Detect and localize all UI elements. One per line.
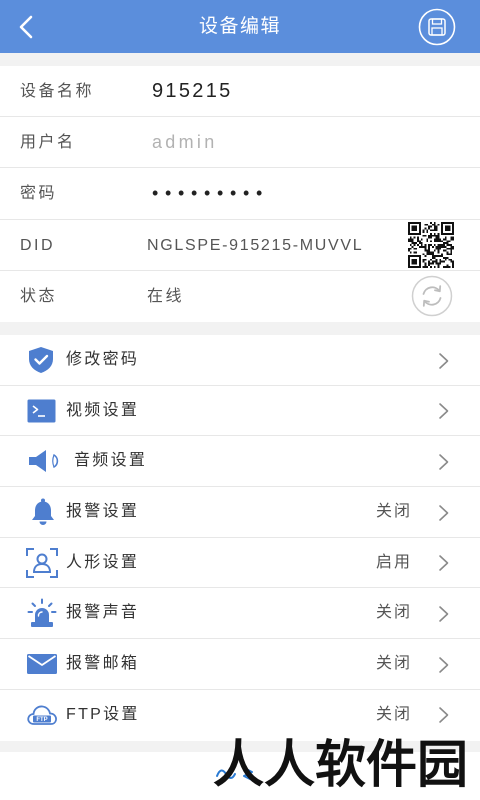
- did-label: DID: [20, 236, 56, 254]
- ftp-cloud-icon: FTP: [27, 705, 57, 725]
- speaker-icon: [29, 450, 59, 473]
- setting-row-alarm-email[interactable]: 报警邮箱 关闭: [0, 639, 480, 690]
- setting-status: 关闭: [376, 503, 413, 521]
- chevron-right-icon: [439, 352, 449, 369]
- setting-label: FTP设置: [66, 705, 140, 723]
- setting-label: 修改密码: [66, 351, 140, 368]
- envelope-icon: [27, 654, 57, 675]
- setting-row-alarm[interactable]: 报警设置 关闭: [0, 487, 480, 538]
- setting-row-audio[interactable]: 音频设置: [0, 436, 480, 488]
- chevron-right-icon: [439, 606, 449, 622]
- setting-row-alarm-sound[interactable]: 报警声音 关闭: [0, 588, 480, 640]
- password-label: 密码: [20, 185, 58, 203]
- device-info-form: 设备名称 915215 用户名 admin 密码 ••••••••• DID N…: [0, 66, 480, 322]
- username-field[interactable]: admin: [152, 117, 218, 168]
- ftp-icon-text: FTP: [36, 717, 47, 723]
- setting-status: 启用: [376, 553, 413, 571]
- setting-status: 关闭: [376, 705, 413, 723]
- setting-label: 人形设置: [66, 553, 140, 571]
- setting-label: 音频设置: [74, 452, 148, 470]
- device-name-label: 设备名称: [20, 83, 95, 100]
- alarm-light-icon: [27, 598, 57, 628]
- password-row: 密码 •••••••••: [0, 168, 480, 220]
- setting-status: 关闭: [376, 655, 413, 673]
- save-icon[interactable]: [418, 8, 456, 46]
- person-frame-icon: [26, 547, 58, 578]
- chevron-right-icon: [439, 403, 449, 419]
- setting-row-video[interactable]: 视频设置: [0, 386, 480, 437]
- status-value: 在线: [147, 287, 185, 305]
- setting-row-human-detection[interactable]: 人形设置 启用: [0, 538, 480, 589]
- setting-label: 报警设置: [66, 503, 140, 521]
- status-label: 状态: [20, 287, 58, 305]
- bell-icon: [32, 498, 54, 526]
- qr-code-icon[interactable]: [408, 222, 454, 269]
- did-row: DID NGLSPE-915215-MUVVL: [0, 220, 480, 271]
- refresh-icon[interactable]: [411, 275, 453, 317]
- setting-row-ftp[interactable]: FTP FTP设置 关闭: [0, 690, 480, 741]
- setting-label: 视频设置: [66, 401, 140, 419]
- setting-label: 报警声音: [66, 604, 140, 622]
- top-bar: 设备编辑: [0, 0, 480, 53]
- terminal-icon: [27, 399, 56, 423]
- settings-list: 修改密码 视频设置 音频设置 报警设置 关闭 人形设置 启用 报警声音 关闭 报…: [0, 335, 480, 741]
- watermark-text: 人人软件园: [213, 736, 469, 793]
- setting-row-change-password[interactable]: 修改密码: [0, 335, 480, 386]
- page-title: 设备编辑: [198, 16, 281, 37]
- device-name-field[interactable]: 915215: [152, 66, 233, 117]
- username-label: 用户名: [20, 134, 76, 152]
- chevron-right-icon: [439, 707, 449, 724]
- status-row: 状态 在线: [0, 271, 480, 322]
- chevron-right-icon: [439, 504, 449, 521]
- device-name-row: 设备名称 915215: [0, 66, 480, 118]
- setting-status: 关闭: [376, 604, 413, 622]
- username-row: 用户名 admin: [0, 117, 480, 169]
- chevron-right-icon: [439, 454, 449, 470]
- password-field[interactable]: •••••••••: [152, 168, 269, 219]
- chevron-right-icon: [439, 555, 449, 572]
- shield-icon: [29, 347, 53, 373]
- setting-label: 报警邮箱: [66, 655, 140, 673]
- did-value: NGLSPE-915215-MUVVL: [147, 236, 364, 254]
- chevron-right-icon: [439, 656, 449, 673]
